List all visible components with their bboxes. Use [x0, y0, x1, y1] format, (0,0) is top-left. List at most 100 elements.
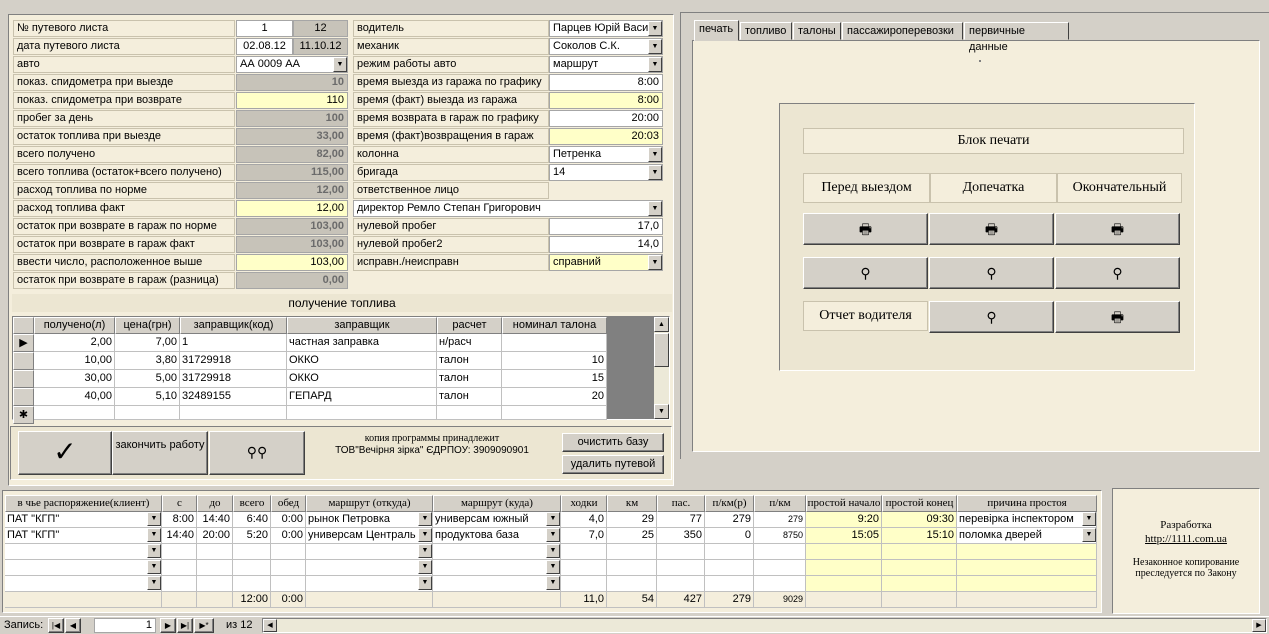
row-selector[interactable] [13, 370, 34, 388]
route-cell[interactable]: ▼ [306, 576, 433, 592]
route-cell[interactable]: ▼ [5, 544, 162, 560]
route-column-header[interactable]: простой начало [806, 495, 882, 512]
route-cell[interactable] [607, 544, 657, 560]
route-cell[interactable]: 0:00 [271, 512, 306, 528]
route-cell[interactable]: ▼ [5, 576, 162, 592]
route-cell[interactable] [806, 576, 882, 592]
route-cell[interactable] [233, 544, 271, 560]
scroll-left-icon[interactable]: ◀ [263, 619, 277, 632]
route-cell[interactable]: 5:20 [233, 528, 271, 544]
chevron-down-icon[interactable]: ▼ [418, 512, 432, 526]
route-cell[interactable]: 15:05 [806, 528, 882, 544]
record-number-input[interactable]: 1 [94, 618, 156, 633]
route-cell[interactable]: 25 [607, 528, 657, 544]
first-record-icon[interactable]: |◀ [48, 618, 64, 633]
route-cell[interactable]: ▼ [306, 560, 433, 576]
search-binoculars-button[interactable]: ⚲⚲ [209, 431, 305, 475]
scroll-thumb[interactable] [654, 333, 669, 367]
director-select[interactable]: директор Ремло Степан Григорович ▼ [353, 200, 663, 217]
print-driver-report-button[interactable]: 🖶 [1055, 301, 1180, 333]
finish-work-button[interactable]: закончить работу [112, 431, 208, 475]
route-cell[interactable] [197, 576, 233, 592]
fuel-column-header[interactable]: заправщик [287, 317, 437, 334]
fuel-column-header[interactable]: расчет [437, 317, 502, 334]
route-cell[interactable] [957, 576, 1097, 592]
fuel-cell[interactable]: 7,00 [115, 334, 180, 352]
route-cell[interactable]: ▼ [433, 544, 561, 560]
developer-link[interactable]: http://1111.com.ua [1113, 533, 1259, 545]
route-cell[interactable]: 7,0 [561, 528, 607, 544]
field-value[interactable]: 103,00 [236, 254, 348, 271]
fuel-column-header[interactable]: получено(л) [34, 317, 115, 334]
route-column-header[interactable]: маршрут (откуда) [306, 495, 433, 512]
fuel-cell[interactable]: 5,10 [115, 388, 180, 406]
route-cell[interactable] [561, 576, 607, 592]
fuel-cell[interactable]: 10,00 [34, 352, 115, 370]
route-cell[interactable] [705, 544, 754, 560]
field-value[interactable]: 20:03 [549, 128, 663, 145]
fuel-cell[interactable] [115, 406, 180, 420]
route-cell[interactable] [561, 544, 607, 560]
scroll-down-icon[interactable]: ▼ [654, 404, 669, 419]
route-cell[interactable] [162, 544, 197, 560]
route-cell[interactable]: перевірка інспектором ▼ [957, 512, 1097, 528]
route-column-header[interactable]: простой конец [882, 495, 957, 512]
fuel-cell[interactable]: 31729918 [180, 352, 287, 370]
last-record-icon[interactable]: ▶| [177, 618, 193, 633]
route-cell[interactable] [806, 544, 882, 560]
fuel-cell[interactable] [502, 334, 607, 352]
route-cell[interactable]: рынок Петровка ▼ [306, 512, 433, 528]
fuel-column-header[interactable]: заправщик(код) [180, 317, 287, 334]
tab-1[interactable]: топливо [740, 22, 792, 40]
route-cell[interactable]: ПАТ "КГП" ▼ [5, 512, 162, 528]
chevron-down-icon[interactable]: ▼ [648, 165, 662, 180]
select-field[interactable]: 14 ▼ [549, 164, 663, 181]
preview-driver-report-button[interactable]: ⚲ [929, 301, 1054, 333]
route-cell[interactable]: 14:40 [162, 528, 197, 544]
select-field[interactable]: Петренка ▼ [549, 146, 663, 163]
preview-reprint-button[interactable]: ⚲ [929, 257, 1054, 289]
route-cell[interactable] [806, 560, 882, 576]
chevron-down-icon[interactable]: ▼ [147, 512, 161, 526]
route-column-header[interactable]: ходки [561, 495, 607, 512]
fuel-cell[interactable] [34, 406, 115, 420]
route-cell[interactable] [607, 560, 657, 576]
row-selector[interactable] [13, 352, 34, 370]
select-field[interactable]: справний ▼ [549, 254, 663, 271]
fuel-cell[interactable]: 3,80 [115, 352, 180, 370]
auto-select[interactable]: АА 0009 АА ▼ [236, 56, 348, 73]
field-value[interactable]: 12,00 [236, 200, 348, 217]
row-selector[interactable] [13, 388, 34, 406]
fuel-cell[interactable]: 5,00 [115, 370, 180, 388]
tab-3[interactable]: пассажироперевозки [842, 22, 963, 40]
fuel-cell[interactable]: талон [437, 352, 502, 370]
fuel-cell[interactable] [502, 406, 607, 420]
route-cell[interactable]: 0 [705, 528, 754, 544]
chevron-down-icon[interactable]: ▼ [418, 544, 432, 558]
delete-sheet-button[interactable]: удалить путевой [562, 455, 664, 474]
route-cell[interactable] [705, 560, 754, 576]
route-column-header[interactable]: п/км [754, 495, 806, 512]
route-cell[interactable] [607, 576, 657, 592]
route-cell[interactable] [754, 576, 806, 592]
fuel-cell[interactable]: талон [437, 370, 502, 388]
chevron-down-icon[interactable]: ▼ [648, 39, 662, 54]
route-cell[interactable]: 4,0 [561, 512, 607, 528]
fuel-cell[interactable]: н/расч [437, 334, 502, 352]
chevron-down-icon[interactable]: ▼ [418, 528, 432, 542]
fuel-cell[interactable]: частная заправка [287, 334, 437, 352]
chevron-down-icon[interactable]: ▼ [147, 544, 161, 558]
scroll-up-icon[interactable]: ▲ [654, 317, 669, 332]
fuel-cell[interactable]: талон [437, 388, 502, 406]
route-cell[interactable]: 29 [607, 512, 657, 528]
route-cell[interactable]: 8:00 [162, 512, 197, 528]
route-cell[interactable]: 279 [705, 512, 754, 528]
route-cell[interactable] [271, 560, 306, 576]
field-value[interactable]: 20:00 [549, 110, 663, 127]
route-column-header[interactable]: маршрут (куда) [433, 495, 561, 512]
new-record-icon[interactable]: ▶* [194, 618, 214, 633]
route-cell[interactable] [197, 544, 233, 560]
route-column-header[interactable]: пас. [657, 495, 705, 512]
route-cell[interactable] [882, 576, 957, 592]
tab-4[interactable]: первичные данные [964, 22, 1069, 53]
